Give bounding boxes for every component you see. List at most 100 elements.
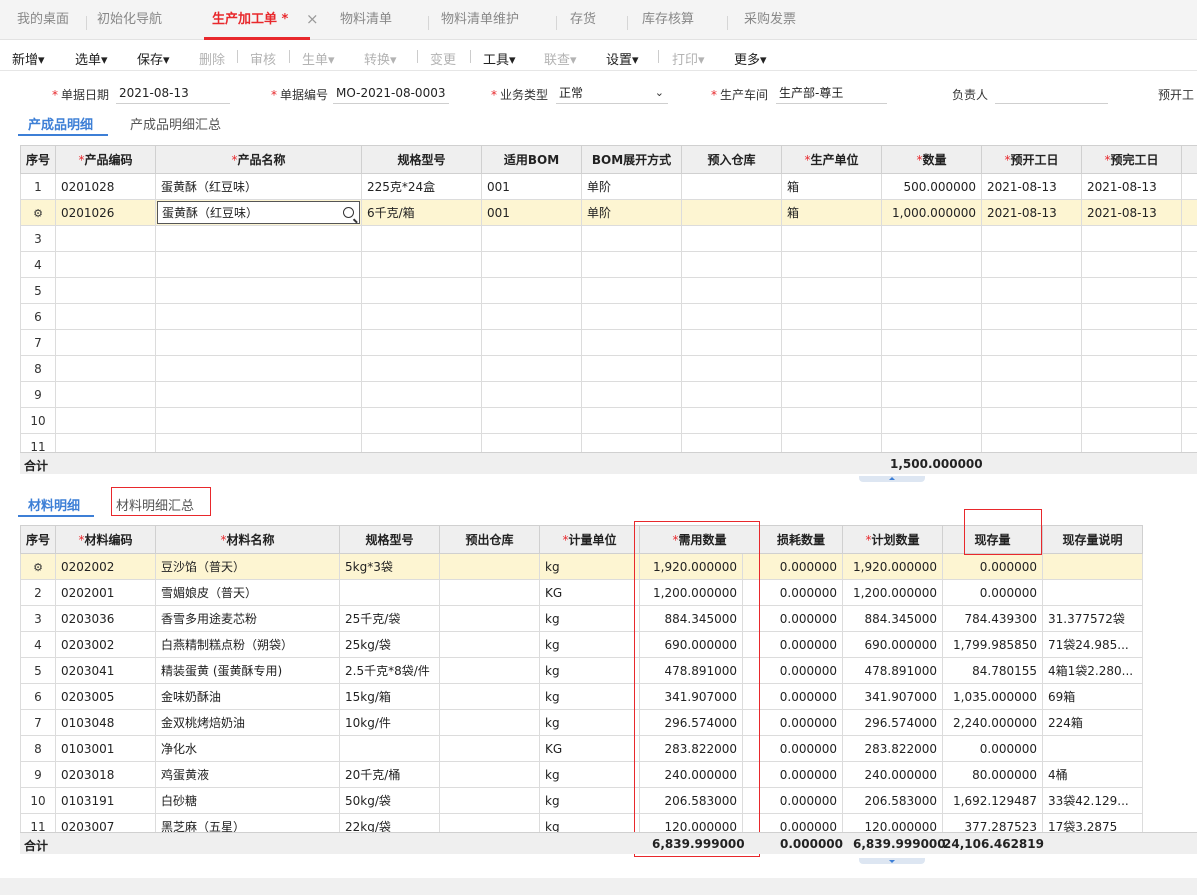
warehouse-cell[interactable] xyxy=(439,761,540,788)
product-name-input[interactable]: 蛋黄酥（红豆味） xyxy=(157,201,360,224)
empty-cell[interactable] xyxy=(481,225,582,252)
empty-cell[interactable] xyxy=(481,303,582,330)
empty-cell[interactable] xyxy=(681,381,782,408)
empty-cell[interactable] xyxy=(361,251,482,278)
empty-cell[interactable] xyxy=(881,381,982,408)
loss-qty-cell[interactable]: 0.000000 xyxy=(759,553,844,580)
empty-cell[interactable] xyxy=(361,381,482,408)
workshop-field[interactable]: 生产部-尊王 xyxy=(776,84,887,104)
empty-cell[interactable] xyxy=(481,407,582,434)
stock-qty-cell[interactable]: 1,692.129487 xyxy=(942,787,1044,814)
stock-note-cell[interactable] xyxy=(1042,735,1144,762)
empty-cell[interactable] xyxy=(55,381,156,408)
tab-material-detail[interactable]: 材料明细 xyxy=(28,495,80,514)
empty-cell[interactable] xyxy=(981,277,1082,304)
end-date-cell[interactable]: 2021-08-13 xyxy=(1081,199,1182,226)
empty-cell[interactable] xyxy=(581,355,682,382)
column-header-index[interactable]: 序号 xyxy=(20,145,56,174)
search-icon[interactable] xyxy=(343,207,354,218)
material-name-cell[interactable]: 精装蛋黄 (蛋黄酥专用) xyxy=(155,657,340,684)
quantity-cell[interactable]: 1,000.000000 xyxy=(881,199,982,226)
start-date-cell[interactable]: 2021-08-13 xyxy=(981,199,1082,226)
empty-cell[interactable] xyxy=(481,329,582,356)
column-header-start-date[interactable]: *预开工日 xyxy=(981,145,1082,174)
empty-cell[interactable] xyxy=(581,251,682,278)
warehouse-cell[interactable] xyxy=(439,605,540,632)
column-header-warehouse-in[interactable]: 预入仓库 xyxy=(681,145,782,174)
stock-note-cell[interactable]: 31.377572袋 xyxy=(1042,605,1144,632)
material-code-cell[interactable]: 0202001 xyxy=(55,579,156,606)
tab-product-summary[interactable]: 产成品明细汇总 xyxy=(130,114,221,133)
table-row[interactable]: 6 0203005 金味奶酥油 15kg/箱 kg 341.907000 0.000000 3… xyxy=(20,683,1144,710)
warehouse-cell[interactable] xyxy=(681,199,782,226)
column-header-index[interactable]: 序号 xyxy=(20,525,56,554)
empty-cell[interactable] xyxy=(361,303,482,330)
empty-cell[interactable] xyxy=(581,277,682,304)
warehouse-cell[interactable] xyxy=(439,683,540,710)
empty-cell[interactable] xyxy=(781,225,882,252)
change-button[interactable]: 变更 xyxy=(430,49,456,68)
plan-qty-cell[interactable]: 283.822000 xyxy=(842,735,944,762)
loss-qty-cell[interactable]: 0.000000 xyxy=(759,735,844,762)
empty-cell[interactable] xyxy=(155,329,362,356)
empty-cell[interactable] xyxy=(681,303,782,330)
empty-cell[interactable] xyxy=(481,251,582,278)
stock-note-cell[interactable]: 71袋24.985... xyxy=(1042,631,1144,658)
table-row[interactable]: 8 0103001 净化水 KG 283.822000 0.000000 283.82200… xyxy=(20,735,1144,762)
empty-cell[interactable] xyxy=(881,277,982,304)
product-name-cell[interactable]: 蛋黄酥（红豆味） xyxy=(155,199,362,226)
plan-qty-cell[interactable]: 296.574000 xyxy=(842,709,944,736)
empty-cell[interactable] xyxy=(781,407,882,434)
empty-cell[interactable] xyxy=(1081,277,1182,304)
table-row[interactable]: 3 0203036 香雪多用途麦芯粉 25千克/袋 kg 884.345000 0.0000… xyxy=(20,605,1144,632)
empty-cell[interactable] xyxy=(55,407,156,434)
unit-cell[interactable]: kg xyxy=(539,605,640,632)
spec-cell[interactable]: 2.5千克*8袋/件 xyxy=(339,657,440,684)
unit-cell[interactable]: kg xyxy=(539,761,640,788)
tab-product-detail[interactable]: 产成品明细 xyxy=(28,114,93,133)
unit-cell[interactable]: kg xyxy=(539,553,640,580)
warehouse-cell[interactable] xyxy=(439,553,540,580)
material-code-cell[interactable]: 0203036 xyxy=(55,605,156,632)
plan-qty-cell[interactable]: 240.000000 xyxy=(842,761,944,788)
empty-cell[interactable] xyxy=(361,277,482,304)
stock-qty-cell[interactable]: 1,035.000000 xyxy=(942,683,1044,710)
column-header-material-code[interactable]: *材料编码 xyxy=(55,525,156,554)
empty-cell[interactable] xyxy=(1081,225,1182,252)
tab-bom-maintenance[interactable]: 物料清单维护 xyxy=(441,12,519,40)
empty-cell[interactable] xyxy=(1081,355,1182,382)
panel-splitter-handle[interactable] xyxy=(859,476,925,482)
empty-cell[interactable] xyxy=(681,329,782,356)
spec-cell[interactable]: 10kg/件 xyxy=(339,709,440,736)
convert-button[interactable]: 转换▾ xyxy=(364,49,397,68)
empty-cell[interactable] xyxy=(155,303,362,330)
material-name-cell[interactable]: 香雪多用途麦芯粉 xyxy=(155,605,340,632)
audit-button[interactable]: 审核 xyxy=(250,49,276,68)
table-row[interactable]: 1 0201028 蛋黄酥（红豆味） 225克*24盒 001 单阶 箱 500… xyxy=(20,173,1197,200)
empty-cell[interactable] xyxy=(881,251,982,278)
table-row[interactable]: 5 0203041 精装蛋黄 (蛋黄酥专用) 2.5千克*8袋/件 kg 478.8910… xyxy=(20,657,1144,684)
table-row-empty[interactable]: 5 xyxy=(20,277,1197,304)
empty-cell[interactable] xyxy=(981,251,1082,278)
stock-note-cell[interactable]: 33袋42.129... xyxy=(1042,787,1144,814)
tab-material-summary[interactable]: 材料明细汇总 xyxy=(116,495,194,514)
loss-qty-cell[interactable]: 0.000000 xyxy=(759,631,844,658)
stock-qty-cell[interactable]: 80.000000 xyxy=(942,761,1044,788)
stock-note-cell[interactable]: 4箱1袋2.280... xyxy=(1042,657,1144,684)
column-header-plan-qty[interactable]: *计划数量 xyxy=(842,525,944,554)
empty-cell[interactable] xyxy=(981,225,1082,252)
product-code-cell[interactable]: 0201026 xyxy=(55,199,156,226)
empty-cell[interactable] xyxy=(481,381,582,408)
empty-cell[interactable] xyxy=(681,225,782,252)
stock-qty-cell[interactable]: 2,240.000000 xyxy=(942,709,1044,736)
material-name-cell[interactable]: 鸡蛋黄液 xyxy=(155,761,340,788)
unit-cell[interactable]: 箱 xyxy=(781,173,882,200)
empty-cell[interactable] xyxy=(681,277,782,304)
spec-cell[interactable]: 6千克/箱 xyxy=(361,199,482,226)
empty-cell[interactable] xyxy=(155,251,362,278)
material-name-cell[interactable]: 金味奶酥油 xyxy=(155,683,340,710)
column-header-spec[interactable]: 规格型号 xyxy=(361,145,482,174)
stock-qty-cell[interactable]: 784.439300 xyxy=(942,605,1044,632)
material-code-cell[interactable]: 0203002 xyxy=(55,631,156,658)
column-header-end-date[interactable]: *预完工日 xyxy=(1081,145,1182,174)
